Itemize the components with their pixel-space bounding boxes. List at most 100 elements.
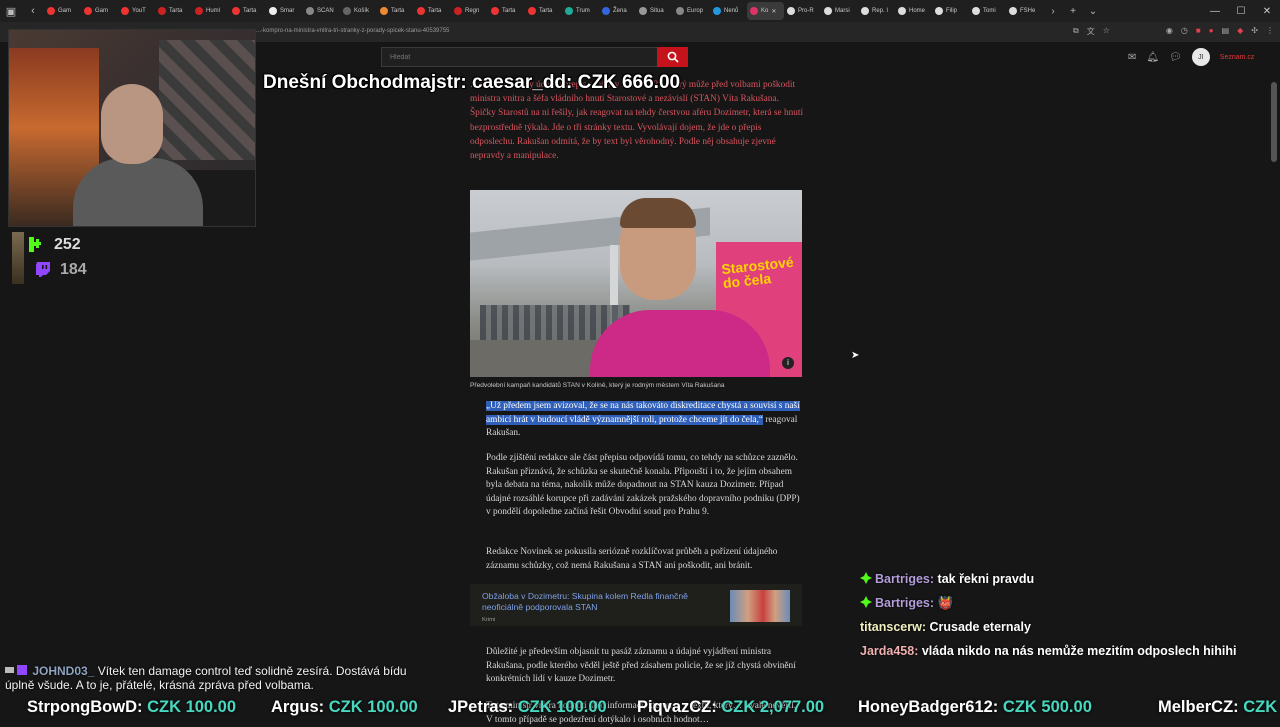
browser-tab[interactable]: YouT bbox=[118, 2, 155, 20]
search-button[interactable] bbox=[657, 47, 688, 67]
related-article-title[interactable]: Obžaloba v Dozimetru: Skupina kolem Redl… bbox=[482, 591, 714, 613]
search-input[interactable] bbox=[381, 47, 657, 67]
tab-label: Tarta bbox=[169, 8, 183, 14]
browser-tab[interactable]: Košík bbox=[340, 2, 377, 20]
browser-tab[interactable]: Filip bbox=[932, 2, 969, 20]
browser-tab[interactable]: Ko ✕ bbox=[747, 2, 784, 20]
mail-icon[interactable]: ✉ bbox=[1128, 52, 1136, 63]
notifications-bell-icon[interactable]: 🔔︎ bbox=[1146, 52, 1159, 63]
extension-2-icon[interactable]: ● bbox=[1209, 26, 1214, 37]
browser-tab[interactable]: SCAN bbox=[303, 2, 340, 20]
browser-tab[interactable]: Tarta bbox=[155, 2, 192, 20]
browser-tab[interactable]: Home bbox=[895, 2, 932, 20]
maximize-icon[interactable]: ☐ bbox=[1228, 6, 1254, 17]
webcam-wall bbox=[159, 40, 255, 160]
browser-tab[interactable]: Tomi bbox=[969, 2, 1006, 20]
chat-icon[interactable]: 💬︎ bbox=[1169, 52, 1182, 63]
browser-tab[interactable]: Pro-R bbox=[784, 2, 821, 20]
site-user-area: ✉ 🔔︎ 💬︎ JI Seznam.cz bbox=[1128, 48, 1254, 66]
tab-favicon-icon bbox=[639, 7, 647, 15]
article-photo[interactable]: Starostové do čela i bbox=[470, 190, 802, 377]
photo-person-hoodie bbox=[590, 310, 770, 377]
highlighted-quote[interactable]: „Už předem jsem avizoval, že se na nás t… bbox=[486, 401, 800, 425]
article-paragraph: Redakce Novinek se pokusila seriózně roz… bbox=[486, 547, 778, 571]
extension-3-icon[interactable]: ▤ bbox=[1222, 26, 1230, 37]
page-scrollbar[interactable] bbox=[1271, 82, 1277, 162]
ticker-amount: CZK 2,077.00 bbox=[721, 698, 825, 716]
browser-tab[interactable]: Situa bbox=[636, 2, 673, 20]
site-search bbox=[381, 47, 688, 67]
ticker-donation: Argus: CZK 100.00 bbox=[271, 698, 418, 717]
tab-dropdown-icon[interactable]: ⌄ bbox=[1083, 6, 1103, 17]
tab-favicon-icon bbox=[84, 7, 92, 15]
ticker-amount: CZK 500.00 bbox=[1002, 698, 1092, 716]
webcam-feed bbox=[8, 29, 256, 227]
ticker-donor-name: MelberCZ: bbox=[1158, 698, 1239, 716]
browser-tab[interactable]: Smar bbox=[266, 2, 303, 20]
browser-tab[interactable]: Regn bbox=[451, 2, 488, 20]
new-tab-icon[interactable]: + bbox=[1063, 6, 1083, 17]
profile-icon[interactable]: ◉ bbox=[1166, 26, 1173, 37]
screenshot-icon[interactable]: ⧉ bbox=[1073, 26, 1079, 37]
browser-menu-icon[interactable]: ⋮ bbox=[1266, 26, 1274, 37]
related-article-thumbnail[interactable] bbox=[730, 590, 790, 622]
minimize-icon[interactable]: — bbox=[1202, 6, 1228, 17]
extensions-puzzle-icon[interactable]: ✣ bbox=[1251, 26, 1258, 37]
browser-tab[interactable]: Tarta bbox=[229, 2, 266, 20]
tab-label: Marsi bbox=[835, 8, 850, 14]
close-window-icon[interactable]: ✕ bbox=[1254, 6, 1280, 17]
webcam-person-body bbox=[73, 158, 203, 226]
tab-favicon-icon bbox=[491, 7, 499, 15]
browser-tab[interactable]: Huml bbox=[192, 2, 229, 20]
browser-tab[interactable]: Tarta bbox=[488, 2, 525, 20]
tab-label: Nenů bbox=[724, 8, 739, 14]
browser-tab[interactable]: Gam bbox=[81, 2, 118, 20]
kick-viewer-counter: 252 bbox=[12, 232, 87, 257]
browser-tab[interactable]: Tarta bbox=[525, 2, 562, 20]
tab-label: Pro-R bbox=[798, 8, 814, 14]
browser-tab[interactable]: Gam bbox=[44, 2, 81, 20]
tab-scroll-right-icon[interactable]: › bbox=[1043, 6, 1063, 17]
chat-message: titanscerw: Crusade eternaly bbox=[860, 618, 1270, 642]
avatar[interactable]: JI bbox=[1191, 48, 1210, 66]
url-text[interactable]: ...-kompro-na-ministra-vnitra-tri-strank… bbox=[256, 28, 449, 34]
tab-label: Ko bbox=[761, 8, 769, 14]
translate-icon[interactable]: 文 bbox=[1087, 26, 1095, 37]
green-diamond-badge-icon bbox=[860, 596, 872, 608]
tab-label: Rep. I bbox=[872, 8, 889, 14]
tab-actions-icon[interactable]: ▣ bbox=[0, 0, 22, 22]
tab-favicon-icon bbox=[343, 7, 351, 15]
browser-tab[interactable]: Europ bbox=[673, 2, 710, 20]
chat-badges-icon bbox=[5, 664, 29, 675]
extension-4-icon[interactable]: ◆ bbox=[1237, 26, 1243, 37]
browser-tab[interactable]: Rep. I bbox=[858, 2, 895, 20]
chat-username: Jarda458: bbox=[860, 644, 919, 658]
ticker-amount: CZK 100.00 bbox=[517, 698, 607, 716]
browser-tab[interactable]: FSHe bbox=[1006, 2, 1043, 20]
ticker-donation: StrpongBowD: CZK 100.00 bbox=[27, 698, 236, 717]
browser-tab[interactable]: Nenů bbox=[710, 2, 747, 20]
stream-chat: Bartriges: tak řekni pravdu Bartriges: 👹 t… bbox=[860, 570, 1270, 666]
browser-tab[interactable]: Žena bbox=[599, 2, 636, 20]
tab-favicon-icon bbox=[158, 7, 166, 15]
browser-tab[interactable]: Trum bbox=[562, 2, 599, 20]
tab-close-icon[interactable]: ✕ bbox=[771, 8, 776, 15]
browser-tab[interactable]: Tarta bbox=[414, 2, 451, 20]
brand-link[interactable]: Seznam.cz bbox=[1220, 54, 1255, 61]
tab-list-icon[interactable]: ‹ bbox=[22, 0, 44, 22]
extension-icon[interactable]: ■ bbox=[1196, 26, 1201, 37]
photo-info-icon[interactable]: i bbox=[782, 357, 794, 369]
tab-label: Situa bbox=[650, 8, 664, 14]
related-article-card[interactable]: Obžaloba v Dozimetru: Skupina kolem Redl… bbox=[470, 584, 802, 626]
history-icon[interactable]: ◷ bbox=[1181, 26, 1188, 37]
tab-label: Tarta bbox=[539, 8, 553, 14]
chat-username: Bartriges: bbox=[875, 596, 935, 610]
browser-tab[interactable]: Tarta bbox=[377, 2, 414, 20]
bookmark-star-icon[interactable]: ☆ bbox=[1103, 26, 1110, 37]
twitch-logo-icon bbox=[32, 260, 54, 280]
address-bar-icons: ⧉ 文 ☆ ◉ ◷ ■ ● ▤ ◆ ✣ ⋮ bbox=[1073, 26, 1274, 37]
chat-text: Crusade eternaly bbox=[929, 620, 1031, 634]
tab-favicon-icon bbox=[565, 7, 573, 15]
browser-tab[interactable]: Marsi bbox=[821, 2, 858, 20]
tab-label: FSHe bbox=[1020, 8, 1036, 14]
